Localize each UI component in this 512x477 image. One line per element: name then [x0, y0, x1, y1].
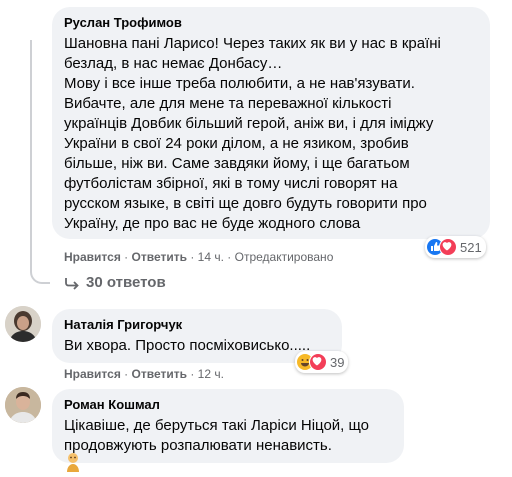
separator: · [190, 250, 195, 264]
comment-author[interactable]: Роман Кошмал [64, 397, 392, 413]
reaction-count: 521 [460, 239, 482, 255]
reaction-summary[interactable]: 521 [425, 236, 486, 258]
love-reaction-icon [439, 238, 457, 256]
replies-count: 30 ответов [86, 274, 166, 291]
love-reaction-icon [309, 353, 327, 371]
comment-author[interactable]: Наталія Григорчук [64, 317, 330, 333]
comment-text: Ви хвора. Просто посміховисько..... [64, 337, 311, 354]
comment-bubble: Руслан Трофимов Шановна пані Ларисо! Чер… [52, 7, 490, 239]
view-replies-link[interactable]: 30 ответов [64, 274, 166, 291]
comment-text: Шановна пані Ларисо! Через таких як ви у… [64, 35, 441, 232]
thread-branch [30, 262, 50, 284]
like-link[interactable]: Нравится [64, 250, 121, 264]
reaction-summary[interactable]: 39 [295, 351, 349, 373]
comment-bubble: Роман Кошмал Цікавіше, де беруться такі … [52, 389, 404, 463]
like-link[interactable]: Нравится [64, 367, 121, 381]
reply-arrow-icon [65, 277, 79, 290]
separator: · [190, 367, 195, 381]
reply-link[interactable]: Ответить [132, 250, 187, 264]
thread-line [30, 40, 32, 266]
comment-author[interactable]: Руслан Трофимов [64, 15, 478, 31]
comment-actions: Нравится · Ответить · 14 ч. · Отредактир… [64, 250, 333, 264]
comment-timestamp[interactable]: 14 ч. [198, 250, 224, 264]
reaction-count: 39 [330, 354, 345, 370]
comment-timestamp[interactable]: 12 ч. [198, 367, 224, 381]
separator: · [124, 367, 129, 381]
sticker-image [62, 450, 84, 472]
avatar[interactable] [5, 387, 41, 423]
separator: · [227, 250, 232, 264]
comment-text: Цікавіше, де беруться такі Ларіси Ніцой,… [64, 417, 370, 454]
comment-actions: Нравится · Ответить · 12 ч. [64, 367, 224, 381]
separator: · [124, 250, 129, 264]
reply-link[interactable]: Ответить [132, 367, 187, 381]
edited-label: Отредактировано [234, 250, 334, 264]
avatar[interactable] [5, 306, 41, 342]
